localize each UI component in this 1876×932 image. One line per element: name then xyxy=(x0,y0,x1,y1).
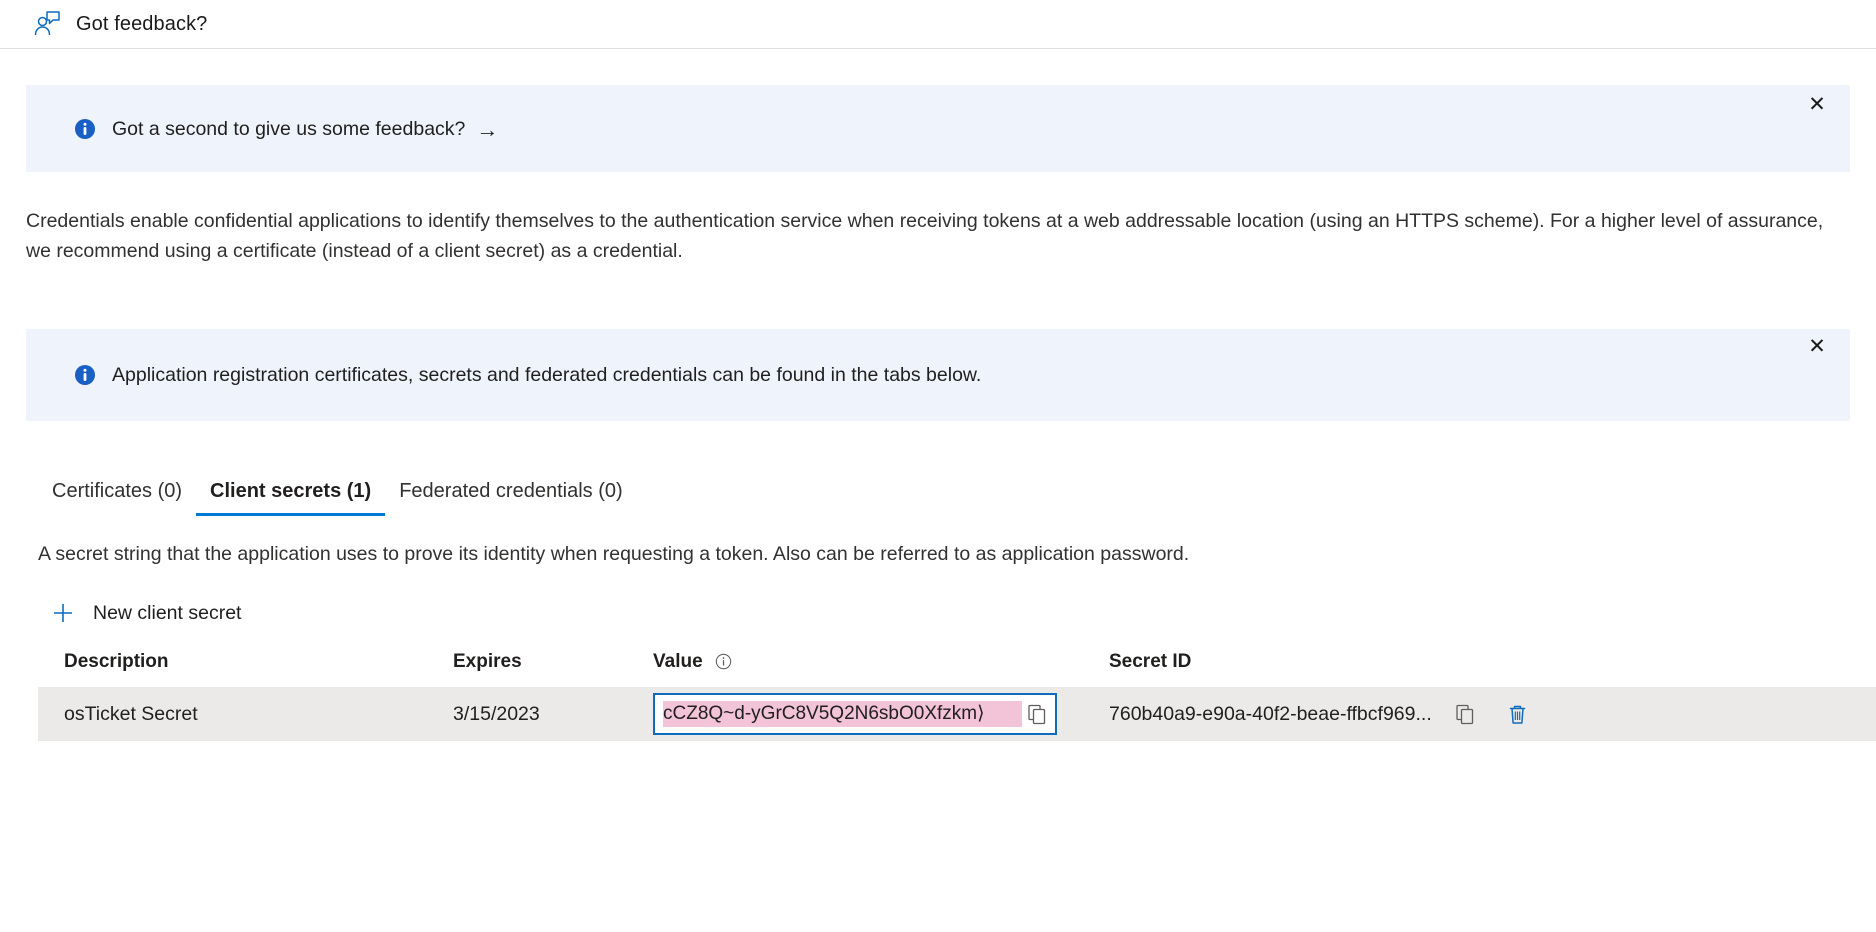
cell-description: osTicket Secret xyxy=(38,687,453,741)
tab-federated-credentials[interactable]: Federated credentials (0) xyxy=(385,480,636,516)
info-icon xyxy=(74,118,96,140)
tabs-banner-text: Application registration certificates, s… xyxy=(112,363,981,387)
feedback-bar[interactable]: Got feedback? xyxy=(0,0,1876,49)
secret-id-group: 760b40a9-e90a-40f2-beae-ffbcf969... xyxy=(1109,702,1876,727)
credentials-tablist: Certificates (0) Client secrets (1) Fede… xyxy=(38,480,1876,516)
table-header-row: Description Expires Value Secret ID xyxy=(38,651,1876,687)
column-header-secret-id: Secret ID xyxy=(1083,651,1876,687)
close-icon[interactable]: ✕ xyxy=(1804,333,1830,359)
client-secrets-description: A secret string that the application use… xyxy=(38,541,1876,567)
secret-value-field[interactable]: cCZ8Q~d-yGrC8V5Q2N6sbO0Xfzkm⟩ xyxy=(653,693,1057,735)
plus-icon xyxy=(50,600,76,626)
copy-icon[interactable] xyxy=(1026,703,1049,726)
person-feedback-icon xyxy=(32,9,62,39)
cell-secret-id: 760b40a9-e90a-40f2-beae-ffbcf969... xyxy=(1083,687,1876,741)
tab-certificates[interactable]: Certificates (0) xyxy=(38,480,196,516)
tabs-info-banner: Application registration certificates, s… xyxy=(26,329,1850,421)
column-header-value-label: Value xyxy=(653,651,703,672)
feedback-label: Got feedback? xyxy=(76,13,207,36)
copy-icon[interactable] xyxy=(1454,703,1477,726)
secret-id-text: 760b40a9-e90a-40f2-beae-ffbcf969... xyxy=(1109,703,1432,726)
feedback-banner-label: Got a second to give us some feedback? xyxy=(112,117,465,141)
column-header-description: Description xyxy=(38,651,453,687)
tab-client-secrets[interactable]: Client secrets (1) xyxy=(196,480,385,516)
table-header: Description Expires Value Secret ID xyxy=(38,651,1876,687)
feedback-info-banner[interactable]: Got a second to give us some feedback? →… xyxy=(26,85,1850,172)
cell-value: cCZ8Q~d-yGrC8V5Q2N6sbO0Xfzkm⟩ xyxy=(653,687,1083,741)
column-header-value: Value xyxy=(653,651,1083,687)
column-header-expires: Expires xyxy=(453,651,653,687)
new-client-secret-button[interactable]: New client secret xyxy=(50,600,241,626)
secret-value-text: cCZ8Q~d-yGrC8V5Q2N6sbO0Xfzkm⟩ xyxy=(663,701,1022,727)
feedback-banner-text: Got a second to give us some feedback? → xyxy=(112,117,498,141)
delete-icon[interactable] xyxy=(1505,702,1530,727)
table-row[interactable]: osTicket Secret 3/15/2023 cCZ8Q~d-yGrC8V… xyxy=(38,687,1876,741)
value-info-icon[interactable] xyxy=(715,651,732,672)
info-icon xyxy=(74,364,96,386)
table-body: osTicket Secret 3/15/2023 cCZ8Q~d-yGrC8V… xyxy=(38,687,1876,741)
close-icon[interactable]: ✕ xyxy=(1804,91,1830,117)
client-secrets-table: Description Expires Value Secret ID osTi… xyxy=(38,651,1876,741)
new-client-secret-label: New client secret xyxy=(93,602,241,625)
arrow-right-icon[interactable]: → xyxy=(476,119,498,141)
credentials-description: Credentials enable confidential applicat… xyxy=(26,206,1850,266)
cell-expires: 3/15/2023 xyxy=(453,687,653,741)
